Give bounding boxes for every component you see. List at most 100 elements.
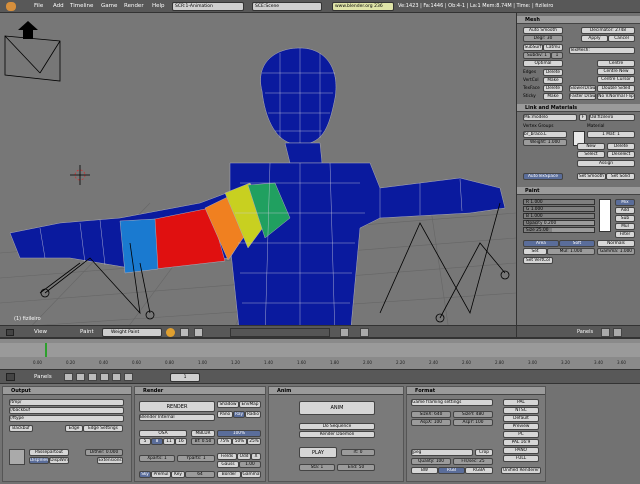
dispwin-toggle[interactable]: DispWin (49, 457, 69, 464)
paint-mode-mul[interactable]: Mul (615, 223, 635, 230)
degr-field[interactable]: Degr: 30 (523, 35, 563, 42)
no-v-normal-flip-toggle[interactable]: No V.Normal Flip (597, 93, 635, 100)
sticky-make-button[interactable]: Make (543, 93, 563, 100)
shadow-toggle[interactable]: Shadow (217, 401, 239, 408)
osa-8[interactable]: 8 (151, 438, 163, 445)
edge-toggle[interactable]: Edge (65, 425, 83, 432)
rewind-icon[interactable] (64, 373, 73, 381)
paint-color-swatch[interactable] (599, 199, 611, 232)
mesh-panel-header[interactable]: Mesh (517, 16, 640, 24)
blender-logo-icon[interactable] (6, 2, 16, 11)
transform-icon[interactable] (194, 328, 203, 337)
current-frame-marker[interactable] (45, 343, 47, 357)
do-sequence-toggle[interactable]: Do Sequence (299, 423, 375, 430)
slower-draw-button[interactable]: SlowerDraw (569, 85, 596, 92)
timeline-panels-menu[interactable]: Panels (34, 374, 52, 380)
paint-area-toggle[interactable]: Area (523, 240, 559, 247)
paint-mul-field[interactable]: Mul: 1.000 (547, 248, 595, 255)
decimator-field[interactable]: Decimator: 2748 (581, 27, 635, 34)
pivot-icon[interactable] (180, 328, 189, 337)
render-panel-header[interactable]: Render (135, 387, 265, 395)
timeline[interactable]: 0.00 0.20 0.40 0.60 0.80 1.00 1.20 1.40 … (0, 338, 640, 369)
vgroup-deselect-button[interactable]: Deselect (607, 151, 635, 158)
menu-game[interactable]: Game (101, 3, 117, 9)
loop-icon[interactable] (124, 373, 133, 381)
texmesh-field[interactable]: TexMesh: (569, 47, 635, 54)
panels-menu[interactable]: Panels (577, 329, 593, 335)
mode-selector[interactable]: Weight Paint (102, 328, 162, 337)
set-solid-button[interactable]: Set Solid (606, 173, 635, 180)
percent-25[interactable]: 25% (247, 438, 261, 445)
3d-viewport[interactable]: (1) fizileiro (0, 13, 516, 338)
vgroup-new-button[interactable]: New (577, 143, 605, 150)
paint-set-button[interactable]: Set (523, 248, 547, 255)
preset-default[interactable]: Default (503, 415, 539, 422)
record-icon[interactable] (100, 373, 109, 381)
output-path-field[interactable]: /tmp/ (9, 399, 124, 406)
menu-timeline[interactable]: Timeline (70, 3, 93, 9)
subdiv-render-field[interactable]: 1 (551, 52, 563, 59)
xparts-field[interactable]: Xparts: 1 (139, 455, 175, 462)
menu-add[interactable]: Add (53, 3, 64, 9)
border-toggle[interactable]: Border (217, 471, 241, 478)
edges-delete-button[interactable]: Delete (543, 69, 563, 76)
ftype-path-field[interactable]: //ftype (9, 415, 124, 422)
faster-draw-button[interactable]: Faster Draw (569, 93, 596, 100)
anim-button[interactable]: ANIM (299, 401, 375, 415)
decimator-apply-button[interactable]: Apply (581, 35, 608, 42)
current-frame-field[interactable]: 1 (170, 373, 200, 382)
forward-icon[interactable] (88, 373, 97, 381)
menu-paint[interactable]: Paint (80, 329, 94, 335)
threads-icon[interactable] (9, 449, 25, 465)
vertex-weight-field[interactable]: Weight: 1.000 (523, 139, 567, 146)
bw-toggle[interactable]: BW (411, 467, 438, 474)
paint-mode-add[interactable]: Add (615, 207, 635, 214)
subsurf-toggle[interactable]: SubSurf (523, 44, 543, 51)
menu-view[interactable]: View (34, 329, 47, 335)
fields-toggle[interactable]: Fields (217, 453, 237, 460)
format-panel-header[interactable]: Format (407, 387, 545, 395)
paint-r-slider[interactable]: R 1.000 (523, 199, 595, 205)
centre-cursor-button[interactable]: Centre Cursor (597, 76, 635, 83)
gamma-toggle[interactable]: Gamma (241, 471, 261, 478)
paint-normals-toggle[interactable]: Normals (597, 240, 635, 247)
preset-pal-169[interactable]: PAL 16:9 (503, 439, 539, 446)
vertex-group-selector[interactable]: br_braco.L (523, 131, 567, 138)
mblur-toggle[interactable]: MBLUR (191, 430, 215, 437)
vgroup-delete-button[interactable]: Delete (607, 143, 635, 150)
preset-full[interactable]: FULL (503, 455, 539, 462)
dither-field[interactable]: Dither: 0.000 (85, 449, 123, 456)
preset-ntsc[interactable]: NTSC (503, 407, 539, 414)
start-frame-field[interactable]: Sta: 1 (299, 464, 335, 471)
auto-smooth-toggle[interactable]: Auto Smooth (523, 27, 563, 34)
link-materials-panel-header[interactable]: Link and Materials (517, 104, 640, 112)
percent-50[interactable]: 50% (232, 438, 247, 445)
quality-field[interactable]: Quality: 100 (411, 458, 451, 465)
osa-11[interactable]: 11 (163, 438, 175, 445)
render-preview-icon[interactable] (360, 328, 369, 337)
asp-x-field[interactable]: AspX: 100 (411, 419, 451, 426)
unified-renderer-toggle[interactable]: Unified Renderer (501, 467, 541, 474)
odd-toggle[interactable]: Odd (237, 453, 251, 460)
file-format-selector[interactable]: Jpeg (411, 449, 473, 456)
ray-toggle[interactable]: Ray (233, 411, 245, 418)
end-icon[interactable] (112, 373, 121, 381)
timeline-track[interactable] (0, 343, 640, 357)
object-datablock-field[interactable]: OB:fizileiro (589, 114, 635, 121)
render-button[interactable]: RENDER (139, 401, 215, 412)
passepartout-toggle[interactable]: Passepartout (29, 449, 69, 456)
vgroup-select-button[interactable]: Select (577, 151, 605, 158)
paint-soft-toggle[interactable]: Soft (559, 240, 595, 247)
rgba-toggle[interactable]: RGBA (465, 467, 493, 474)
optimal-toggle[interactable]: Optimal (523, 60, 563, 67)
size-y-field[interactable]: SizeY: 480 (453, 411, 493, 418)
osa-5[interactable]: 5 (139, 438, 151, 445)
pano-toggle[interactable]: Pano (217, 411, 233, 418)
double-sided-toggle[interactable]: Double Sided (597, 85, 635, 92)
paint-g-slider[interactable]: G 1.000 (523, 206, 595, 212)
backbuf-path-field[interactable]: //backbuf (9, 407, 124, 414)
paint-mode-sub[interactable]: Sub (615, 215, 635, 222)
paint-panel-header[interactable]: Paint (517, 187, 640, 195)
render-daemon-toggle[interactable]: Render Daemon (299, 431, 375, 438)
centre-button[interactable]: Centre (597, 60, 635, 67)
